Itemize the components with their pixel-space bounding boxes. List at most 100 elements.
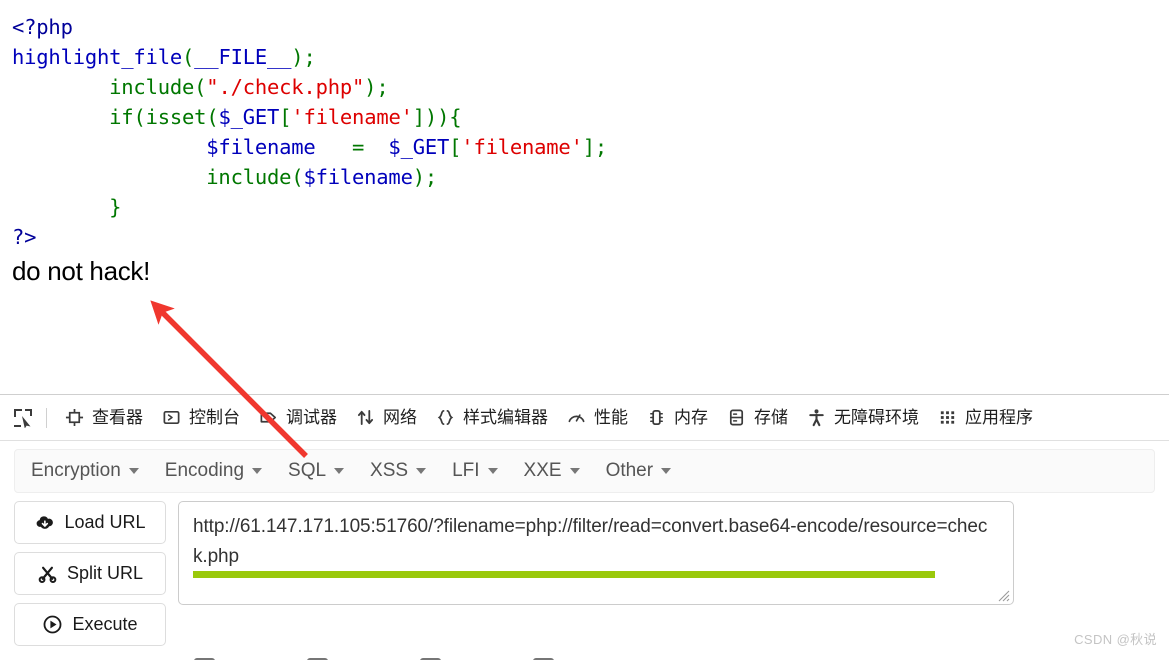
devtools-tab-label: 查看器 (92, 408, 143, 427)
code-token: ] (582, 135, 595, 159)
code-token: ( (291, 165, 304, 189)
code-token: ( (194, 75, 207, 99)
devtools-tab-label: 控制台 (189, 408, 240, 427)
code-token: 'filename' (461, 135, 583, 159)
code-token: )) (424, 105, 450, 129)
hackbar-menu-other[interactable]: Other (606, 460, 672, 482)
code-token: ) (412, 165, 425, 189)
gauge-icon (566, 407, 587, 428)
code-line: $filename = $_GET['filename']; (12, 132, 1169, 162)
php-source-code: <?php highlight_file(__FILE__); include("… (0, 0, 1169, 252)
split-url-button[interactable]: Split URL (14, 552, 166, 595)
code-token: = (315, 135, 389, 159)
load-url-label: Load URL (64, 512, 146, 532)
hackbar-menu-bar: Encryption Encoding SQL XSS LFI XXE Other (14, 449, 1155, 493)
console-icon (161, 407, 182, 428)
accessibility-person-icon (806, 407, 827, 428)
hackbar-menu-label: Encoding (164, 460, 245, 481)
split-url-label: Split URL (66, 563, 144, 583)
chevron-down-icon (416, 468, 427, 474)
network-arrows-icon (355, 407, 376, 428)
code-token: ) (291, 45, 304, 69)
cloud-download-icon (34, 512, 55, 533)
code-token: [ (449, 135, 462, 159)
code-token: ( (133, 105, 146, 129)
code-token: ] (412, 105, 425, 129)
inspect-picker-icon[interactable] (8, 403, 38, 433)
chevron-down-icon (661, 468, 672, 474)
hackbar-menu-label: XXE (523, 460, 562, 481)
memory-chip-icon (646, 407, 667, 428)
devtools-tab-performance[interactable]: 性能 (557, 403, 637, 432)
hackbar-menu-encryption[interactable]: Encryption (31, 460, 139, 482)
code-token: ( (206, 105, 219, 129)
code-line: if(isset($_GET['filename'])){ (12, 102, 1169, 132)
page-output-text: do not hack! (12, 256, 151, 286)
code-token: "./check.php" (206, 75, 365, 99)
storage-icon (726, 407, 747, 428)
url-input[interactable]: http://61.147.171.105:51760/?filename=ph… (193, 512, 999, 572)
hackbar-menu-lfi[interactable]: LFI (452, 460, 498, 482)
load-url-button[interactable]: Load URL (14, 501, 166, 544)
code-line: <?php (12, 12, 1169, 42)
devtools-tab-label: 网络 (383, 408, 417, 427)
hackbar-menu-label: SQL (288, 460, 327, 481)
hackbar-panel: Encryption Encoding SQL XSS LFI XXE Other Load… (0, 441, 1169, 660)
devtools-tab-style-editor[interactable]: 样式编辑器 (426, 403, 557, 432)
code-token: highlight_file (12, 45, 182, 69)
url-input-wrapper[interactable]: http://61.147.171.105:51760/?filename=ph… (178, 501, 1014, 605)
devtools-tab-application[interactable]: 应用程序 (928, 403, 1042, 432)
browser-page-content: <?php highlight_file(__FILE__); include("… (0, 0, 1169, 394)
hackbar-menu-sql[interactable]: SQL (288, 460, 345, 482)
chevron-down-icon (252, 468, 263, 474)
code-line: include($filename); (12, 162, 1169, 192)
devtools-tab-label: 应用程序 (965, 408, 1033, 427)
devtools-tab-accessibility[interactable]: 无障碍环境 (797, 403, 928, 432)
code-token: ) (364, 75, 377, 99)
devtools-tab-memory[interactable]: 内存 (637, 403, 717, 432)
code-token: ; (376, 75, 389, 99)
hackbar-body: Load URL Split URL Execute http://61.147… (0, 493, 1169, 646)
code-token: ; (424, 165, 438, 189)
devtools-panel: 查看器 控制台 调试器 网络 样式编辑器 性能 内存 存储 无障碍环境 应用程序… (0, 394, 1169, 660)
csdn-watermark: CSDN @秋说 (1074, 632, 1157, 647)
chevron-down-icon (569, 468, 580, 474)
code-token: ; (594, 135, 608, 159)
devtools-tab-label: 无障碍环境 (834, 408, 919, 427)
hackbar-menu-xss[interactable]: XSS (370, 460, 427, 482)
toolbar-divider (46, 407, 47, 428)
devtools-tab-network[interactable]: 网络 (346, 403, 426, 432)
code-token: [ (279, 105, 292, 129)
devtools-tab-label: 存储 (754, 408, 788, 427)
textarea-resize-grip[interactable] (996, 588, 1010, 602)
code-line: ?> (12, 222, 1169, 252)
hackbar-menu-label: Encryption (31, 460, 121, 481)
code-token: $filename (206, 135, 316, 159)
code-token: include (109, 75, 195, 99)
devtools-tab-label: 样式编辑器 (463, 408, 548, 427)
chevron-down-icon (128, 468, 139, 474)
hackbar-menu-xxe[interactable]: XXE (524, 460, 580, 482)
apps-grid-icon (937, 407, 958, 428)
code-line: } (12, 192, 1169, 222)
code-token: 'filename' (291, 105, 413, 129)
code-token: { (449, 105, 462, 129)
code-token: include (206, 165, 292, 189)
scissors-icon (37, 563, 58, 584)
devtools-tab-inspector[interactable]: 查看器 (55, 403, 152, 432)
hackbar-menu-label: XSS (370, 460, 409, 481)
code-token: } (109, 195, 122, 219)
devtools-tab-storage[interactable]: 存储 (717, 403, 797, 432)
devtools-tab-console[interactable]: 控制台 (152, 403, 249, 432)
code-token: __FILE__ (194, 45, 292, 69)
code-token: $_GET (218, 105, 280, 129)
inspector-icon (64, 407, 85, 428)
hackbar-menu-encoding[interactable]: Encoding (164, 460, 263, 482)
devtools-tab-debugger[interactable]: 调试器 (249, 403, 346, 432)
execute-button[interactable]: Execute (14, 603, 166, 646)
